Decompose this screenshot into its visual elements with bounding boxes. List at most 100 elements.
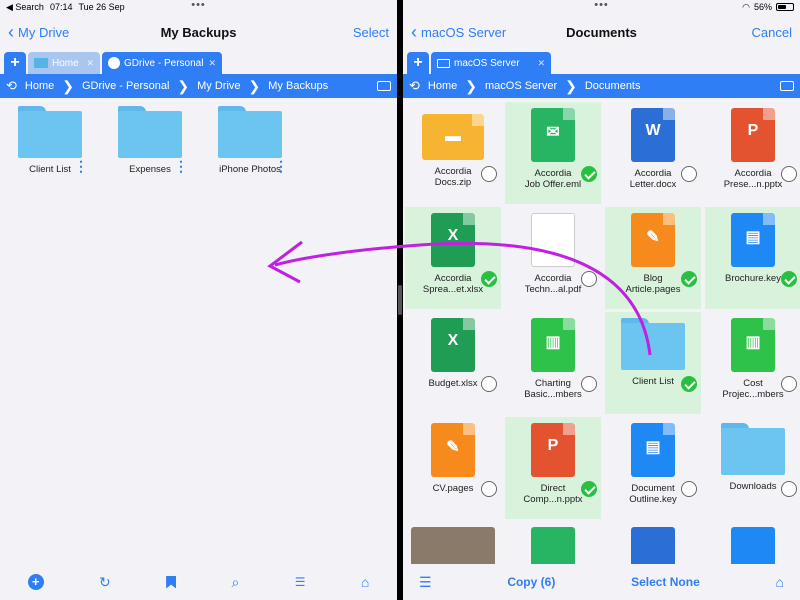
select-checkbox[interactable] bbox=[781, 271, 797, 287]
list-item[interactable]: Accordia Techn...al.pdf bbox=[505, 207, 601, 309]
eml-file-icon: ✉ bbox=[531, 108, 575, 162]
crumb-home[interactable]: Home bbox=[23, 80, 56, 92]
split-divider-handle[interactable] bbox=[398, 285, 402, 315]
select-checkbox[interactable] bbox=[781, 166, 797, 182]
list-item[interactable]: ▥ Cost Projec...mbers bbox=[705, 312, 800, 414]
screen-icon[interactable] bbox=[377, 81, 391, 91]
list-item[interactable]: Downloads bbox=[705, 417, 800, 519]
multitask-dots-icon[interactable]: ••• bbox=[191, 0, 206, 11]
item-label: CV.pages bbox=[432, 483, 474, 494]
history-icon[interactable]: ⟲ bbox=[6, 78, 17, 94]
back-label: macOS Server bbox=[421, 24, 507, 40]
select-checkbox[interactable] bbox=[681, 481, 697, 497]
select-checkbox[interactable] bbox=[481, 166, 497, 182]
select-none-button[interactable]: Select None bbox=[631, 575, 700, 589]
more-icon[interactable]: ⋮ bbox=[74, 159, 88, 173]
list-item[interactable]: ✎ Blog Article.pages bbox=[605, 207, 701, 309]
history-icon[interactable]: ⟲ bbox=[409, 78, 420, 94]
home-icon[interactable]: ⌂ bbox=[361, 574, 369, 590]
numbers-file-icon: ▥ bbox=[731, 318, 775, 372]
eml-file-icon[interactable] bbox=[531, 527, 575, 564]
list-item[interactable]: X Budget.xlsx bbox=[405, 312, 501, 414]
docx-file-icon[interactable] bbox=[631, 527, 675, 564]
select-checkbox[interactable] bbox=[781, 376, 797, 392]
tab-home[interactable]: Home ✕ bbox=[28, 52, 100, 74]
cancel-button[interactable]: Cancel bbox=[752, 25, 792, 40]
select-checkbox[interactable] bbox=[581, 376, 597, 392]
tab-label: macOS Server bbox=[454, 57, 520, 69]
select-checkbox[interactable] bbox=[781, 481, 797, 497]
select-checkbox[interactable] bbox=[681, 376, 697, 392]
refresh-icon[interactable]: ↻ bbox=[99, 574, 111, 591]
crumb-gdrive[interactable]: GDrive - Personal bbox=[80, 80, 171, 92]
item-label: Brochure.key bbox=[725, 273, 781, 284]
tab-macos-server[interactable]: macOS Server ✕ bbox=[431, 52, 551, 74]
key-file-icon[interactable] bbox=[731, 527, 775, 564]
list-item[interactable]: Client List ⋮ bbox=[2, 100, 98, 202]
select-checkbox[interactable] bbox=[481, 271, 497, 287]
list-item[interactable]: ▤ Document Outline.key bbox=[605, 417, 701, 519]
close-icon[interactable]: ✕ bbox=[86, 58, 94, 69]
select-checkbox[interactable] bbox=[681, 271, 697, 287]
monitor-icon bbox=[437, 58, 450, 68]
right-tab-bar: + macOS Server ✕ bbox=[403, 50, 800, 74]
search-icon[interactable]: ⌕ bbox=[231, 574, 239, 591]
bookmark-icon[interactable] bbox=[166, 575, 177, 589]
docx-file-icon: W bbox=[631, 108, 675, 162]
back-button[interactable]: ‹ macOS Server bbox=[411, 22, 507, 42]
item-label: Client List bbox=[632, 376, 674, 387]
home-icon[interactable]: ⌂ bbox=[776, 574, 784, 590]
more-icon[interactable]: ⋮ bbox=[274, 159, 288, 173]
wifi-icon: ◠ bbox=[742, 1, 750, 12]
select-checkbox[interactable] bbox=[481, 481, 497, 497]
crumb-macos-server[interactable]: macOS Server bbox=[483, 80, 559, 92]
list-item[interactable]: ▥ Charting Basic...mbers bbox=[505, 312, 601, 414]
add-icon[interactable]: + bbox=[27, 574, 44, 590]
screen-icon[interactable] bbox=[780, 81, 794, 91]
list-item[interactable]: Expenses ⋮ bbox=[102, 100, 198, 202]
crumb-mydrive[interactable]: My Drive bbox=[195, 80, 242, 92]
select-checkbox[interactable] bbox=[581, 271, 597, 287]
list-item[interactable]: iPhone Photos ⋮ bbox=[202, 100, 298, 202]
item-label: Budget.xlsx bbox=[428, 378, 478, 389]
battery-percent: 56% bbox=[753, 2, 772, 12]
item-label: Cost Projec...mbers bbox=[722, 378, 784, 400]
list-item[interactable]: Client List bbox=[605, 312, 701, 414]
select-checkbox[interactable] bbox=[681, 166, 697, 182]
list-item[interactable]: ✉ Accordia Job Offer.eml bbox=[505, 102, 601, 204]
close-icon[interactable]: ✕ bbox=[537, 58, 545, 69]
right-toolbar: ☰ Copy (6) Select None ⌂ bbox=[403, 564, 800, 600]
crumb-home[interactable]: Home bbox=[426, 80, 459, 92]
list-item[interactable]: ▬ Accordia Docs.zip bbox=[405, 102, 501, 204]
multitask-dots-icon[interactable]: ••• bbox=[594, 0, 609, 11]
select-checkbox[interactable] bbox=[581, 481, 597, 497]
list-item[interactable]: X Accordia Sprea...et.xlsx bbox=[405, 207, 501, 309]
select-checkbox[interactable] bbox=[581, 166, 597, 182]
list-item[interactable]: ✎ CV.pages bbox=[405, 417, 501, 519]
close-icon[interactable]: ✕ bbox=[208, 58, 216, 69]
tab-gdrive[interactable]: GDrive - Personal ✕ bbox=[102, 52, 222, 74]
item-label: Document Outline.key bbox=[629, 483, 677, 505]
chevron-left-icon: ‹ bbox=[411, 22, 417, 42]
list-item[interactable]: ▤ Brochure.key bbox=[705, 207, 800, 309]
item-label: Direct Comp...n.pptx bbox=[523, 483, 583, 505]
list-item[interactable]: P Direct Comp...n.pptx bbox=[505, 417, 601, 519]
add-tab-button[interactable]: + bbox=[407, 52, 429, 74]
add-tab-button[interactable]: + bbox=[4, 52, 26, 74]
select-checkbox[interactable] bbox=[481, 376, 497, 392]
item-label: Accordia Job Offer.eml bbox=[524, 168, 582, 190]
more-icon[interactable]: ⋮ bbox=[174, 159, 188, 173]
list-item[interactable]: W Accordia Letter.docx bbox=[605, 102, 701, 204]
crumb-mybackups[interactable]: My Backups bbox=[266, 80, 330, 92]
back-to-search[interactable]: ◀ Search bbox=[6, 2, 44, 13]
list-item[interactable]: P Accordia Prese...n.pptx bbox=[705, 102, 800, 204]
photo-thumbnail[interactable] bbox=[411, 527, 495, 564]
sort-icon[interactable]: ☰ bbox=[295, 575, 306, 589]
menu-icon[interactable]: ☰ bbox=[419, 574, 432, 591]
select-button[interactable]: Select bbox=[353, 25, 389, 40]
back-button[interactable]: ‹ My Drive bbox=[8, 23, 69, 41]
copy-button[interactable]: Copy (6) bbox=[507, 575, 555, 589]
crumb-documents[interactable]: Documents bbox=[583, 80, 643, 92]
page-title: My Backups bbox=[160, 24, 237, 40]
folder-icon bbox=[18, 106, 82, 158]
